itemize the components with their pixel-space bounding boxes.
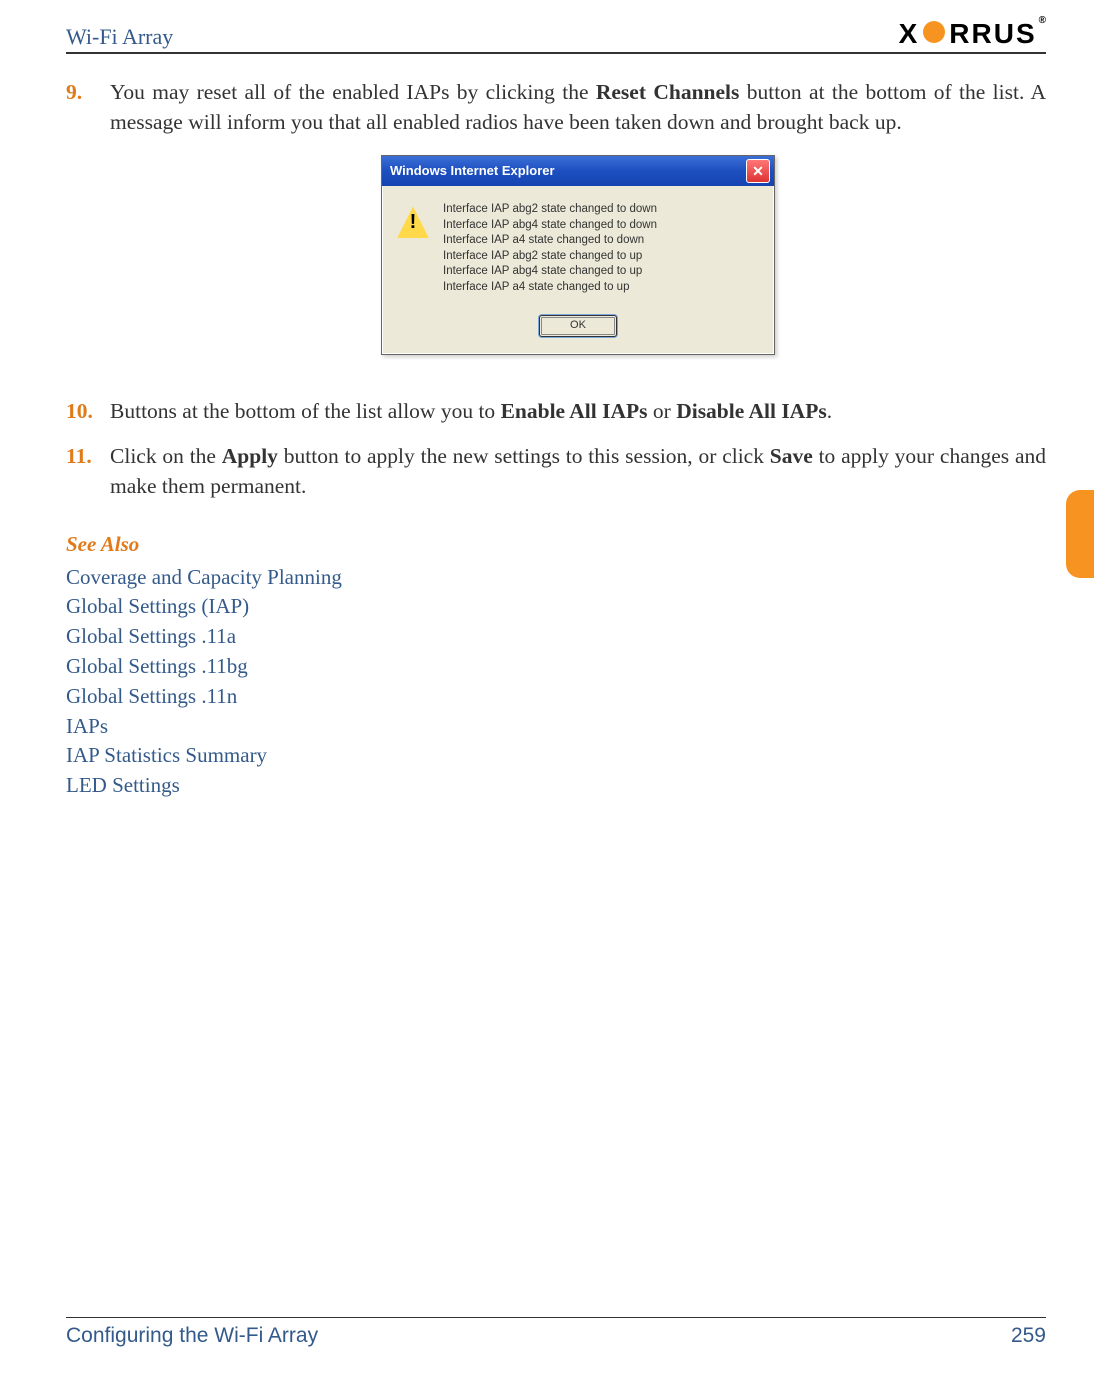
text-segment: or [648, 399, 677, 423]
dialog-screenshot: Windows Internet Explorer ✕ Interface IA… [110, 155, 1046, 354]
footer-section: Configuring the Wi-Fi Array [66, 1324, 318, 1348]
warning-icon [397, 206, 429, 238]
list-text: Buttons at the bottom of the list allow … [110, 397, 1046, 427]
dialog-line: Interface IAP abg2 state changed to down [443, 202, 657, 218]
list-item-11: 11. Click on the Apply button to apply t… [66, 442, 1046, 501]
logo-text-x: X [899, 18, 920, 50]
text-segment: You may reset all of the enabled IAPs by… [110, 80, 596, 104]
ok-button[interactable]: OK [539, 315, 617, 336]
list-number: 11. [66, 442, 110, 501]
list-number: 10. [66, 397, 110, 427]
bold-enable-all: Enable All IAPs [501, 399, 648, 423]
list-item-9: 9. You may reset all of the enabled IAPs… [66, 78, 1046, 381]
text-segment: . [827, 399, 832, 423]
footer-page-number: 259 [1011, 1324, 1046, 1348]
see-also-heading: See Also [66, 530, 1046, 559]
logo-registered: ® [1039, 15, 1046, 26]
dialog-body: Interface IAP abg2 state changed to down… [382, 186, 774, 353]
link-global-iap[interactable]: Global Settings (IAP) [66, 592, 1046, 622]
logo-dot-icon [923, 21, 945, 43]
list-text: You may reset all of the enabled IAPs by… [110, 78, 1046, 381]
link-coverage[interactable]: Coverage and Capacity Planning [66, 563, 1046, 593]
logo-text-rrus: RRUS [949, 18, 1036, 50]
xirrus-logo: X RRUS ® [899, 18, 1046, 50]
text-segment: button to apply the new settings to this… [278, 444, 770, 468]
dialog-titlebar: Windows Internet Explorer ✕ [382, 156, 774, 186]
dialog-message: Interface IAP abg2 state changed to down… [443, 202, 657, 295]
bold-disable-all: Disable All IAPs [676, 399, 827, 423]
link-global-11n[interactable]: Global Settings .11n [66, 682, 1046, 712]
side-tab-icon [1066, 490, 1094, 578]
link-global-11a[interactable]: Global Settings .11a [66, 622, 1046, 652]
ie-dialog: Windows Internet Explorer ✕ Interface IA… [381, 155, 775, 354]
list-number: 9. [66, 78, 110, 381]
header-title: Wi-Fi Array [66, 24, 173, 50]
dialog-title: Windows Internet Explorer [390, 162, 555, 180]
text-segment: Click on the [110, 444, 222, 468]
bold-apply: Apply [222, 444, 278, 468]
page-footer: Configuring the Wi-Fi Array 259 [66, 1317, 1046, 1348]
list-item-10: 10. Buttons at the bottom of the list al… [66, 397, 1046, 427]
text-segment: Buttons at the bottom of the list allow … [110, 399, 501, 423]
link-led-settings[interactable]: LED Settings [66, 771, 1046, 801]
link-global-11bg[interactable]: Global Settings .11bg [66, 652, 1046, 682]
dialog-line: Interface IAP abg2 state changed to up [443, 249, 657, 265]
dialog-line: Interface IAP abg4 state changed to up [443, 264, 657, 280]
dialog-line: Interface IAP abg4 state changed to down [443, 218, 657, 234]
see-also-links: Coverage and Capacity Planning Global Se… [66, 563, 1046, 802]
dialog-line: Interface IAP a4 state changed to down [443, 233, 657, 249]
list-text: Click on the Apply button to apply the n… [110, 442, 1046, 501]
dialog-line: Interface IAP a4 state changed to up [443, 280, 657, 296]
content-body: 9. You may reset all of the enabled IAPs… [66, 78, 1046, 801]
bold-reset-channels: Reset Channels [596, 80, 740, 104]
bold-save: Save [770, 444, 813, 468]
link-iap-stats[interactable]: IAP Statistics Summary [66, 741, 1046, 771]
page-header: Wi-Fi Array X RRUS ® [66, 18, 1046, 54]
link-iaps[interactable]: IAPs [66, 712, 1046, 742]
close-icon[interactable]: ✕ [746, 159, 770, 183]
